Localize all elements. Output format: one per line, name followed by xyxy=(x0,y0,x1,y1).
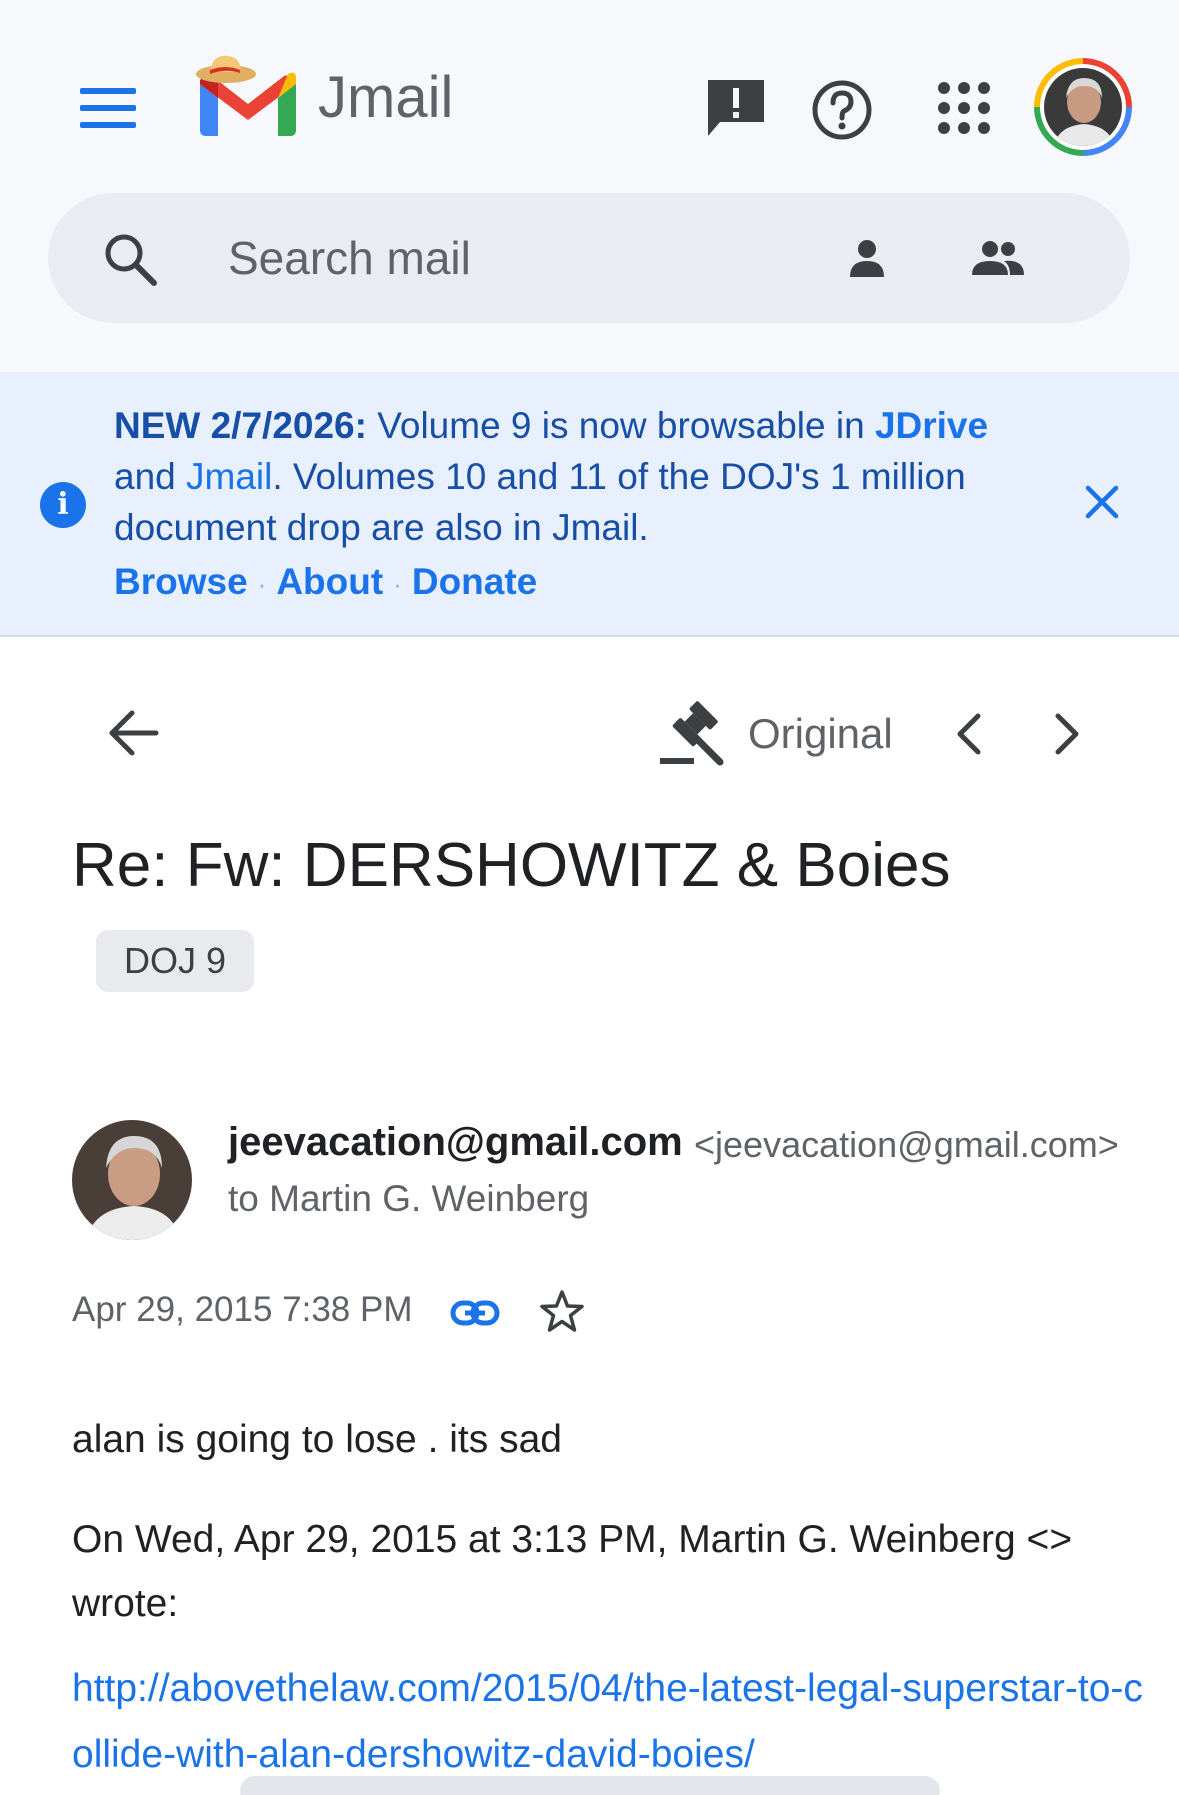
label-chip[interactable]: DOJ 9 xyxy=(96,930,254,992)
back-arrow-icon[interactable] xyxy=(106,706,160,760)
jdrive-link[interactable]: JDrive xyxy=(875,405,988,446)
close-icon[interactable] xyxy=(1080,480,1124,524)
search-bar[interactable] xyxy=(48,193,1130,323)
about-link[interactable]: About xyxy=(276,561,383,602)
message-subject: Re: Fw: DERSHOWITZ & Boies xyxy=(72,831,951,900)
apps-grid-icon[interactable] xyxy=(936,80,992,136)
jmail-logo-icon xyxy=(192,52,304,142)
search-input[interactable] xyxy=(228,223,788,293)
banner-date: NEW 2/7/2026: xyxy=(114,405,367,446)
sender-name: jeevacation@gmail.com xyxy=(228,1120,683,1164)
app-title: Jmail xyxy=(318,65,454,130)
original-label[interactable]: Original xyxy=(748,710,893,758)
browse-link[interactable]: Browse xyxy=(114,561,248,602)
hamburger-menu-icon[interactable] xyxy=(80,88,136,128)
bottom-sheet-handle[interactable] xyxy=(240,1776,940,1795)
account-avatar[interactable] xyxy=(1034,58,1132,156)
message-body: alan is going to lose . its sad xyxy=(72,1418,562,1461)
link-icon[interactable] xyxy=(450,1290,500,1336)
chevron-left-icon[interactable] xyxy=(950,710,990,758)
sender-email: <jeevacation@gmail.com> xyxy=(694,1124,1119,1165)
quoted-link[interactable]: http://abovethelaw.com/2015/04/the-lates… xyxy=(72,1656,1152,1788)
donate-link[interactable]: Donate xyxy=(412,561,537,602)
star-icon[interactable] xyxy=(538,1288,586,1336)
banner-message: NEW 2/7/2026: Volume 9 is now browsable … xyxy=(114,405,989,548)
gavel-icon[interactable] xyxy=(656,698,726,768)
message-date: Apr 29, 2015 7:38 PM xyxy=(72,1290,413,1329)
info-icon: i xyxy=(40,482,86,528)
banner-links: Browse · About · Donate xyxy=(114,561,538,602)
help-icon[interactable] xyxy=(810,78,874,142)
search-icon[interactable] xyxy=(100,229,160,289)
chevron-right-icon[interactable] xyxy=(1046,710,1086,758)
people-icon[interactable] xyxy=(970,235,1026,281)
avatar-photo xyxy=(1044,68,1122,146)
sender-avatar[interactable] xyxy=(72,1120,192,1240)
recipient-line[interactable]: to Martin G. Weinberg xyxy=(228,1178,589,1220)
jmail-link[interactable]: Jmail xyxy=(186,456,272,497)
feedback-icon[interactable] xyxy=(704,76,768,140)
person-icon[interactable] xyxy=(844,235,890,281)
quote-header: On Wed, Apr 29, 2015 at 3:13 PM, Martin … xyxy=(72,1518,1073,1625)
